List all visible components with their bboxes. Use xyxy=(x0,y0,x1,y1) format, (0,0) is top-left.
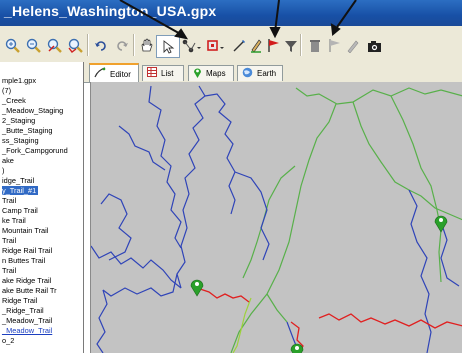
tree-item[interactable]: _Meadow_Staging xyxy=(2,106,63,115)
zoom-in-icon[interactable] xyxy=(4,37,21,54)
editor-icon xyxy=(94,67,106,81)
toolbar-separator xyxy=(87,34,89,56)
zoom-selection-icon[interactable] xyxy=(67,37,84,54)
pencil-gray-icon[interactable] xyxy=(344,37,361,54)
tree-item-selected[interactable]: y_Trail_#1 xyxy=(2,186,39,195)
blue-trail-far-east xyxy=(408,189,432,353)
lime-trail xyxy=(232,297,252,353)
tree-item[interactable]: n Buttes Trail xyxy=(2,256,45,265)
tab-maps[interactable]: Maps xyxy=(188,65,234,81)
red-trails xyxy=(196,287,462,353)
tree-item[interactable]: ss_Staging xyxy=(2,136,39,145)
camera-icon[interactable] xyxy=(366,37,383,54)
green-trail-east xyxy=(390,95,442,283)
tree-item[interactable]: Ridge Trail xyxy=(2,296,37,305)
draw-track-icon[interactable] xyxy=(231,37,248,54)
tree-item[interactable]: _Meadow_Trail xyxy=(2,316,52,325)
waypoint-marker-west xyxy=(190,279,204,297)
blue-trail-southwest xyxy=(96,289,108,353)
blue-trail-east xyxy=(234,171,270,261)
tree-item-count[interactable]: (7) xyxy=(2,86,11,95)
tree-item[interactable]: Mountain Trail xyxy=(2,226,48,235)
map-canvas[interactable] xyxy=(90,82,462,353)
tab-list[interactable]: List xyxy=(142,65,184,81)
blue-trail-ne xyxy=(440,221,460,287)
pan-hand-icon[interactable] xyxy=(138,37,155,54)
map-pin-icon xyxy=(193,67,202,81)
waypoint-marker-east xyxy=(434,215,448,233)
globe-icon xyxy=(242,67,253,81)
tab-label: Maps xyxy=(206,69,226,78)
toolbar-separator xyxy=(133,34,135,56)
window-title: _Helens_Washington_USA.gpx xyxy=(4,3,217,19)
zoom-fit-icon[interactable] xyxy=(46,37,63,54)
green-trail-branch xyxy=(230,103,337,353)
view-tab-bar: Editor List Maps Earth xyxy=(84,62,462,83)
green-trail-main xyxy=(295,87,462,105)
blue-trail-north xyxy=(176,85,206,289)
tree-item[interactable]: _Butte_Staging xyxy=(2,126,53,135)
filter-icon[interactable] xyxy=(282,37,299,54)
blue-trail-valley xyxy=(204,93,236,215)
tree-item-link[interactable]: _Meadow_Trail xyxy=(2,326,52,335)
tree-item-file[interactable]: mple1.gpx xyxy=(2,76,36,85)
waypoint-markers xyxy=(190,215,448,353)
tree-item[interactable]: Trail xyxy=(2,266,16,275)
toolbar xyxy=(0,26,462,63)
blue-trail-lake xyxy=(100,193,132,261)
tree-item[interactable]: o_2 xyxy=(2,336,14,345)
tab-label: List xyxy=(161,69,174,78)
tree-item[interactable]: ake xyxy=(2,156,14,165)
tree-item[interactable]: ake Butte Rail Tr xyxy=(2,286,57,295)
sidebar-tree: mple1.gpx (7) _Creek _Meadow_Staging 2_S… xyxy=(0,62,84,353)
list-icon xyxy=(147,67,157,80)
red-flag-icon[interactable] xyxy=(265,37,282,54)
tab-label: Earth xyxy=(257,69,277,78)
tab-label: Editor xyxy=(110,69,131,79)
waypoint-marker-south xyxy=(290,343,304,353)
tree-item[interactable]: Trail xyxy=(2,196,16,205)
tree-item[interactable]: Ridge Rail Trail xyxy=(2,246,52,255)
route-tool-icon[interactable] xyxy=(181,37,203,54)
tree-item[interactable]: Trail xyxy=(2,236,16,245)
pencil-track-icon[interactable] xyxy=(248,37,265,54)
blue-trail-central xyxy=(148,85,182,249)
tab-earth[interactable]: Earth xyxy=(237,65,283,81)
tree-item[interactable]: ke Trail xyxy=(2,216,26,225)
green-trail-north xyxy=(242,165,296,279)
zoom-out-icon[interactable] xyxy=(25,37,42,54)
blue-trail-spur xyxy=(118,125,166,171)
trash-icon[interactable] xyxy=(306,37,323,54)
green-trail-west xyxy=(266,293,288,323)
select-arrow-icon[interactable] xyxy=(156,35,180,58)
tree-item[interactable]: _Creek xyxy=(2,96,26,105)
map-tracks xyxy=(91,85,462,353)
blue-trail-south xyxy=(102,273,178,297)
redo-icon[interactable] xyxy=(113,37,130,54)
flag-gray-icon[interactable] xyxy=(326,37,343,54)
tree-item[interactable]: _Fork_Campgorund xyxy=(2,146,68,155)
title-bar: _Helens_Washington_USA.gpx xyxy=(0,0,462,26)
tree-item[interactable]: _Ridge_Trail xyxy=(2,306,44,315)
blue-trail-west xyxy=(91,245,182,289)
tree-item[interactable]: ) xyxy=(2,166,4,175)
tab-editor[interactable]: Editor xyxy=(89,63,139,83)
blue-trails xyxy=(91,85,460,353)
toolbar-separator xyxy=(300,34,302,56)
tree-item[interactable]: Camp Trail xyxy=(2,206,38,215)
tree-item[interactable]: idge_Trail xyxy=(2,176,34,185)
red-trail-2 xyxy=(318,313,462,329)
tree-item[interactable]: ake Ridge Trail xyxy=(2,276,51,285)
tree-item[interactable]: 2_Staging xyxy=(2,116,35,125)
undo-icon[interactable] xyxy=(92,37,109,54)
waypoint-tool-icon[interactable] xyxy=(206,37,228,54)
red-trail-1 xyxy=(196,287,250,303)
green-trails xyxy=(230,87,462,353)
